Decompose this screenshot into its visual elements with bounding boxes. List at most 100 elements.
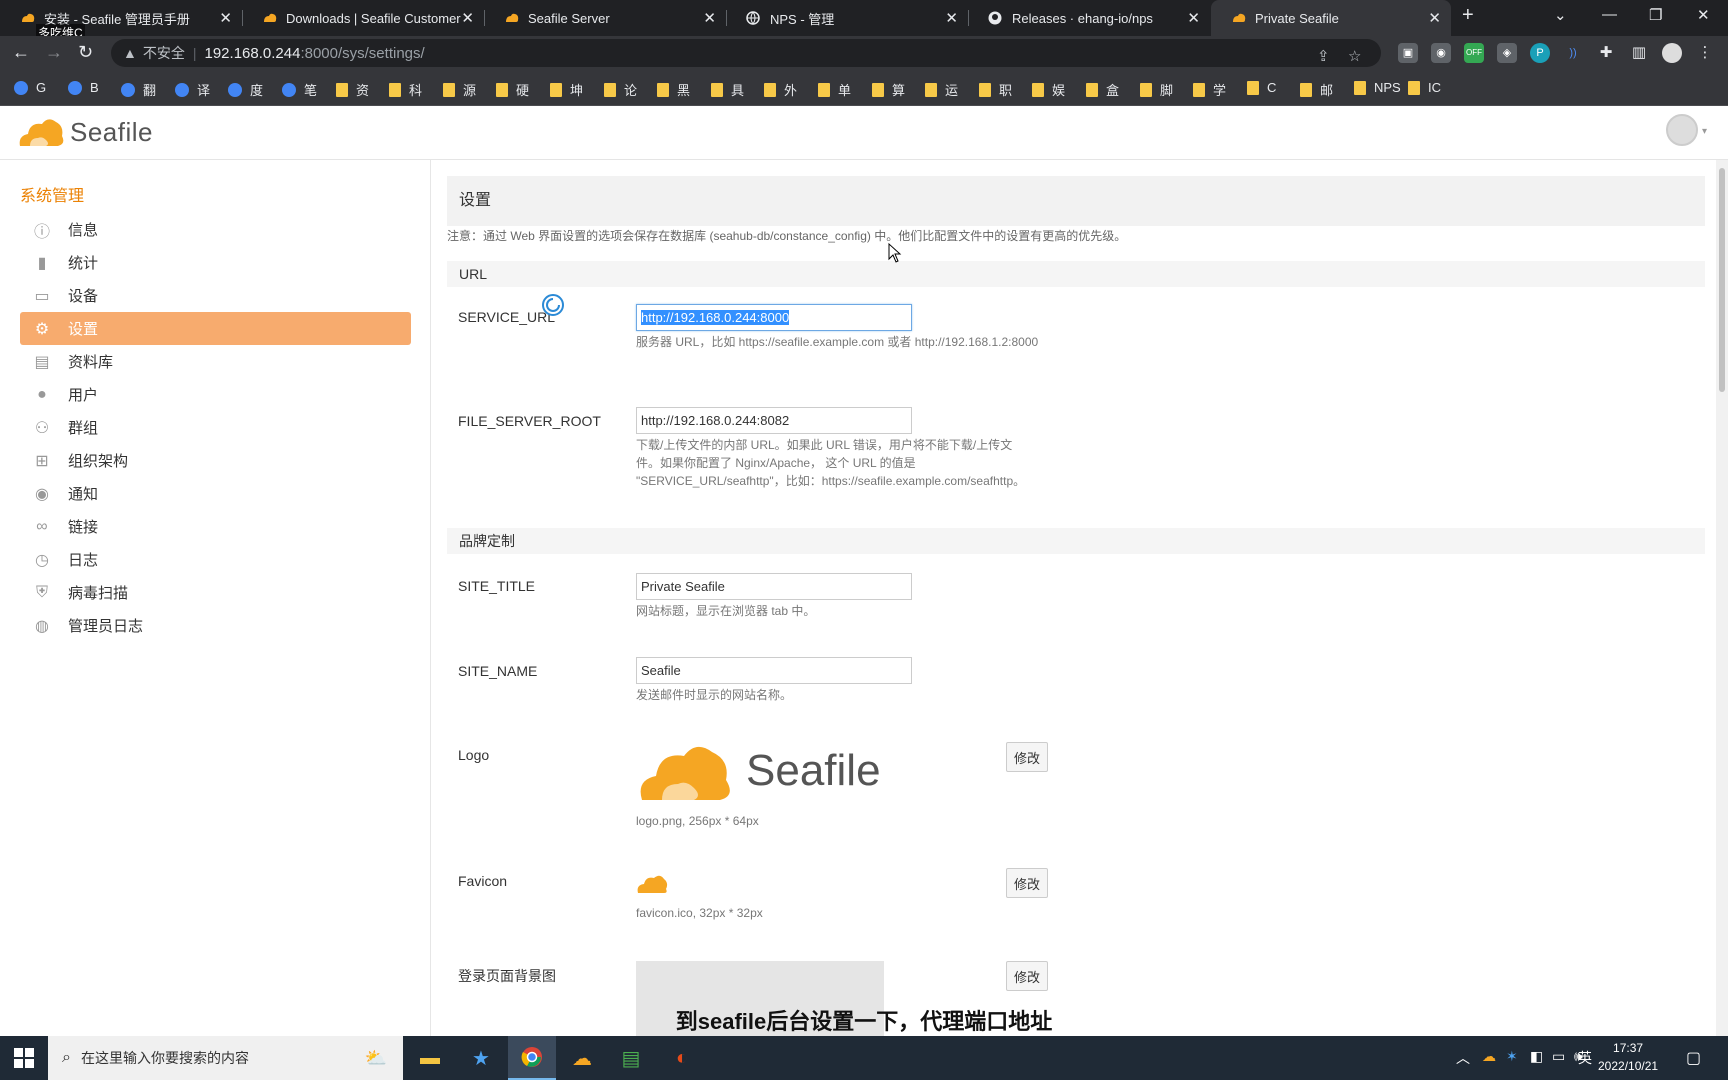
bookmark-item[interactable]: NPS: [1354, 80, 1401, 95]
menu-kebab-icon[interactable]: ⋮: [1695, 43, 1715, 63]
bookmark-item[interactable]: 盒: [1086, 80, 1119, 99]
restore-button[interactable]: ❐: [1649, 6, 1662, 24]
bookmark-item[interactable]: 笔: [282, 80, 317, 99]
extension-p-icon[interactable]: P: [1530, 43, 1550, 63]
bookmark-item[interactable]: 坤: [550, 80, 583, 99]
windows-start-icon[interactable]: [14, 1048, 34, 1068]
ime-indicator[interactable]: 英: [1578, 1048, 1592, 1068]
bookmark-item[interactable]: G: [14, 80, 46, 95]
seafile-client-icon[interactable]: ☁: [558, 1036, 606, 1080]
tab-search-icon[interactable]: ⌄: [1554, 6, 1567, 24]
bookmark-item[interactable]: 外: [764, 80, 797, 99]
forward-arrow-icon[interactable]: →: [45, 42, 63, 63]
sidebar-item[interactable]: ⊞ 组织架构: [20, 444, 411, 477]
tray-seafile-icon[interactable]: ☁: [1482, 1048, 1496, 1065]
sidebar-item[interactable]: ● 用户: [20, 378, 411, 411]
side-panel-icon[interactable]: ▥: [1629, 43, 1649, 63]
sidebar-item[interactable]: ∞ 链接: [20, 510, 411, 543]
warning-icon[interactable]: ▲: [123, 45, 137, 61]
sidebar-item[interactable]: ◷ 日志: [20, 543, 411, 576]
address-bar[interactable]: ▲ 不安全 | 192.168.0.244:8000/sys/settings/…: [111, 39, 1381, 67]
bookmark-item[interactable]: 脚: [1140, 80, 1173, 99]
taskbar-search[interactable]: ⌕ 在这里输入你要搜索的内容 ⛅: [48, 1036, 403, 1080]
bookmark-item[interactable]: 资: [336, 80, 369, 99]
file-explorer-icon[interactable]: ▬: [406, 1036, 454, 1080]
bookmark-item[interactable]: 度: [228, 80, 263, 99]
bookmark-item[interactable]: B: [68, 80, 99, 95]
bookmark-item[interactable]: 学: [1193, 80, 1226, 99]
star-icon[interactable]: ☆: [1348, 47, 1361, 65]
bookmark-item[interactable]: 职: [979, 80, 1012, 99]
app-swirl-icon[interactable]: ◐: [658, 1036, 706, 1080]
profile-avatar[interactable]: [1662, 43, 1682, 63]
file-server-root-input[interactable]: [636, 407, 912, 434]
sidebar-item[interactable]: ⛨ 病毒扫描: [20, 576, 411, 609]
bookmark-item[interactable]: C: [1247, 80, 1276, 95]
tab-private-seafile[interactable]: Private Seafile ✕: [1211, 0, 1451, 36]
bookmark-item[interactable]: 源: [443, 80, 476, 99]
site-name-input[interactable]: [636, 657, 912, 684]
scrollbar-thumb[interactable]: [1719, 168, 1725, 392]
camera-icon[interactable]: ◉: [1431, 43, 1451, 63]
close-icon[interactable]: ✕: [945, 9, 958, 27]
tab-seafile-downloads[interactable]: Downloads | Seafile Customer ✕: [242, 0, 484, 36]
sidebar-item[interactable]: ⚙ 设置: [20, 312, 411, 345]
taskbar-clock[interactable]: 17:37 2022/10/21: [1598, 1039, 1658, 1075]
sidebar-item[interactable]: ▭ 设备: [20, 279, 411, 312]
bookmark-item[interactable]: 译: [175, 80, 210, 99]
back-arrow-icon[interactable]: ←: [12, 42, 30, 63]
bookmark-item[interactable]: 算: [872, 80, 905, 99]
bookmark-item[interactable]: 科: [389, 80, 422, 99]
share-icon[interactable]: ⇪: [1317, 47, 1330, 65]
tab-seafile-server[interactable]: Seafile Server ✕: [484, 0, 726, 36]
minimize-button[interactable]: —: [1602, 6, 1617, 23]
sidebar-item[interactable]: ▤ 资料库: [20, 345, 411, 378]
notification-icon[interactable]: ▢: [1686, 1048, 1701, 1068]
tab-nps-releases[interactable]: Releases · ehang-io/nps ✕: [968, 0, 1210, 36]
bookmark-item[interactable]: IC: [1408, 80, 1441, 95]
sidebar-item[interactable]: ◍ 管理员日志: [20, 609, 411, 642]
tray-app-icon[interactable]: ✶: [1506, 1048, 1518, 1065]
chevron-down-icon[interactable]: ▾: [1702, 126, 1707, 137]
network-icon[interactable]: ▭: [1552, 1048, 1565, 1065]
reload-icon[interactable]: ↻: [78, 42, 93, 63]
chrome-icon[interactable]: [508, 1036, 556, 1080]
bookmark-item[interactable]: 邮: [1300, 80, 1333, 99]
notepad-icon[interactable]: ▤: [607, 1036, 655, 1080]
tab-nps-admin[interactable]: NPS - 管理 ✕: [726, 0, 968, 36]
sidebar-item[interactable]: ▮ 统计: [20, 246, 411, 279]
sidebar-item[interactable]: ◉ 通知: [20, 477, 411, 510]
close-icon[interactable]: ✕: [461, 9, 474, 27]
bookmark-item[interactable]: 具: [711, 80, 744, 99]
seafile-logo[interactable]: Seafile: [16, 114, 153, 150]
tray-app2-icon[interactable]: ◧: [1530, 1048, 1543, 1065]
login-bg-change-button[interactable]: 修改: [1006, 961, 1048, 991]
bookmark-item[interactable]: 娱: [1032, 80, 1065, 99]
new-tab-button[interactable]: +: [1462, 4, 1474, 27]
close-icon[interactable]: ✕: [1187, 9, 1200, 27]
bookmark-item[interactable]: 论: [604, 80, 637, 99]
service-url-input[interactable]: http://192.168.0.244:8000: [636, 304, 912, 331]
window-close-button[interactable]: ✕: [1697, 6, 1710, 24]
main-scrollbar[interactable]: [1716, 160, 1728, 1036]
user-avatar[interactable]: [1666, 114, 1698, 146]
sidebar-item[interactable]: ⓘ 信息: [20, 213, 411, 246]
bookmark-item[interactable]: 硬: [496, 80, 529, 99]
close-icon[interactable]: ✕: [703, 9, 716, 27]
puzzle-icon[interactable]: ✚: [1596, 43, 1616, 63]
bookmark-item[interactable]: 运: [925, 80, 958, 99]
site-title-input[interactable]: [636, 573, 912, 600]
tray-expand-icon[interactable]: ︿: [1456, 1048, 1470, 1068]
extension-screenshot-icon[interactable]: ▣: [1398, 43, 1418, 63]
sidebar-item[interactable]: ⚇ 群组: [20, 411, 411, 444]
favicon-change-button[interactable]: 修改: [1006, 868, 1048, 898]
logo-change-button[interactable]: 修改: [1006, 742, 1048, 772]
app-star-icon[interactable]: ★: [457, 1036, 505, 1080]
close-icon[interactable]: ✕: [1428, 9, 1441, 27]
bookmark-item[interactable]: 单: [818, 80, 851, 99]
extension-audio-icon[interactable]: )): [1563, 43, 1583, 63]
bookmark-item[interactable]: 黑: [657, 80, 690, 99]
close-icon[interactable]: ✕: [219, 9, 232, 27]
extension-icon[interactable]: ◈: [1497, 43, 1517, 63]
bookmark-item[interactable]: 翻: [121, 80, 156, 99]
